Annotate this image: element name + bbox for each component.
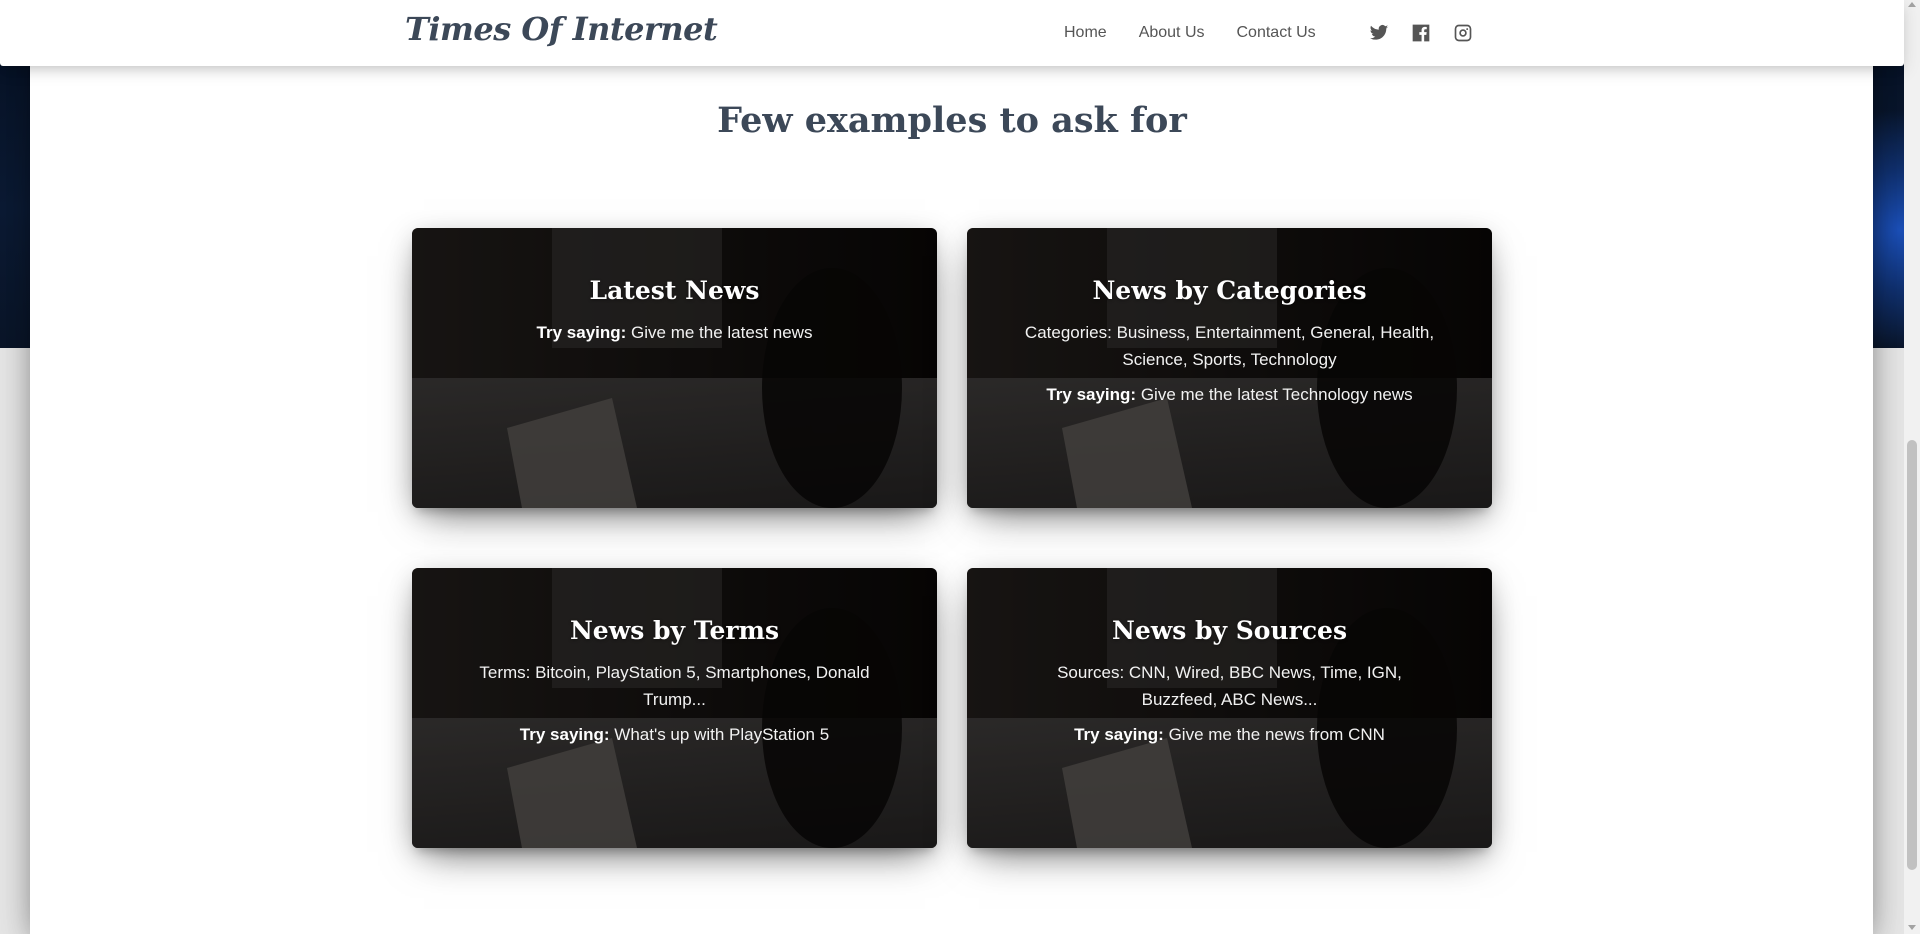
navbar: Times Of Internet Home About Us Contact … [0, 0, 1904, 66]
try-saying-text: Give me the latest Technology news [1136, 385, 1413, 404]
card-try-saying: Try saying: Give me the latest news [462, 319, 887, 346]
card-news-by-terms[interactable]: News by Terms Terms: Bitcoin, PlayStatio… [412, 568, 937, 848]
page-scrollbar[interactable] [1904, 0, 1920, 934]
scroll-up-arrow[interactable] [1908, 2, 1916, 7]
try-saying-text: Give me the news from CNN [1163, 725, 1385, 744]
nav-links: Home About Us Contact Us [1064, 0, 1474, 66]
nav-link-home[interactable]: Home [1064, 24, 1107, 42]
try-saying-label: Try saying: [1046, 385, 1137, 404]
card-try-saying: Try saying: What's up with PlayStation 5 [462, 721, 887, 748]
scrollbar-thumb[interactable] [1907, 440, 1917, 870]
card-news-by-categories[interactable]: News by Categories Categories: Business,… [967, 228, 1492, 508]
try-saying-label: Try saying: [519, 725, 610, 744]
scroll-down-arrow[interactable] [1908, 925, 1916, 930]
card-details: Terms: Bitcoin, PlayStation 5, Smartphon… [479, 663, 870, 709]
try-saying-text: Give me the latest news [626, 323, 813, 342]
card-title: News by Sources [1111, 616, 1348, 645]
card-title: News by Terms [569, 616, 780, 645]
section-title: Few examples to ask for [717, 100, 1187, 141]
twitter-icon[interactable] [1368, 22, 1390, 44]
nav-link-contact-us[interactable]: Contact Us [1237, 24, 1316, 42]
brand-logo[interactable]: Times Of Internet [405, 10, 718, 48]
card-details: Sources: CNN, Wired, BBC News, Time, IGN… [1057, 663, 1402, 709]
card-title: Latest News [589, 276, 760, 305]
card-latest-news[interactable]: Latest News Try saying: Give me the late… [412, 228, 937, 508]
try-saying-text: What's up with PlayStation 5 [609, 725, 830, 744]
try-saying-label: Try saying: [536, 323, 627, 342]
card-details: Categories: Business, Entertainment, Gen… [1024, 323, 1435, 369]
nav-link-about-us[interactable]: About Us [1139, 24, 1205, 42]
instagram-icon[interactable] [1452, 22, 1474, 44]
card-title: News by Categories [1092, 276, 1367, 305]
card-try-saying: Try saying: Give me the news from CNN [1017, 721, 1442, 748]
try-saying-label: Try saying: [1074, 725, 1164, 744]
card-try-saying: Try saying: Give me the latest Technolog… [1017, 381, 1442, 408]
card-background-image [412, 228, 937, 508]
facebook-icon[interactable] [1410, 22, 1432, 44]
card-news-by-sources[interactable]: News by Sources Sources: CNN, Wired, BBC… [967, 568, 1492, 848]
